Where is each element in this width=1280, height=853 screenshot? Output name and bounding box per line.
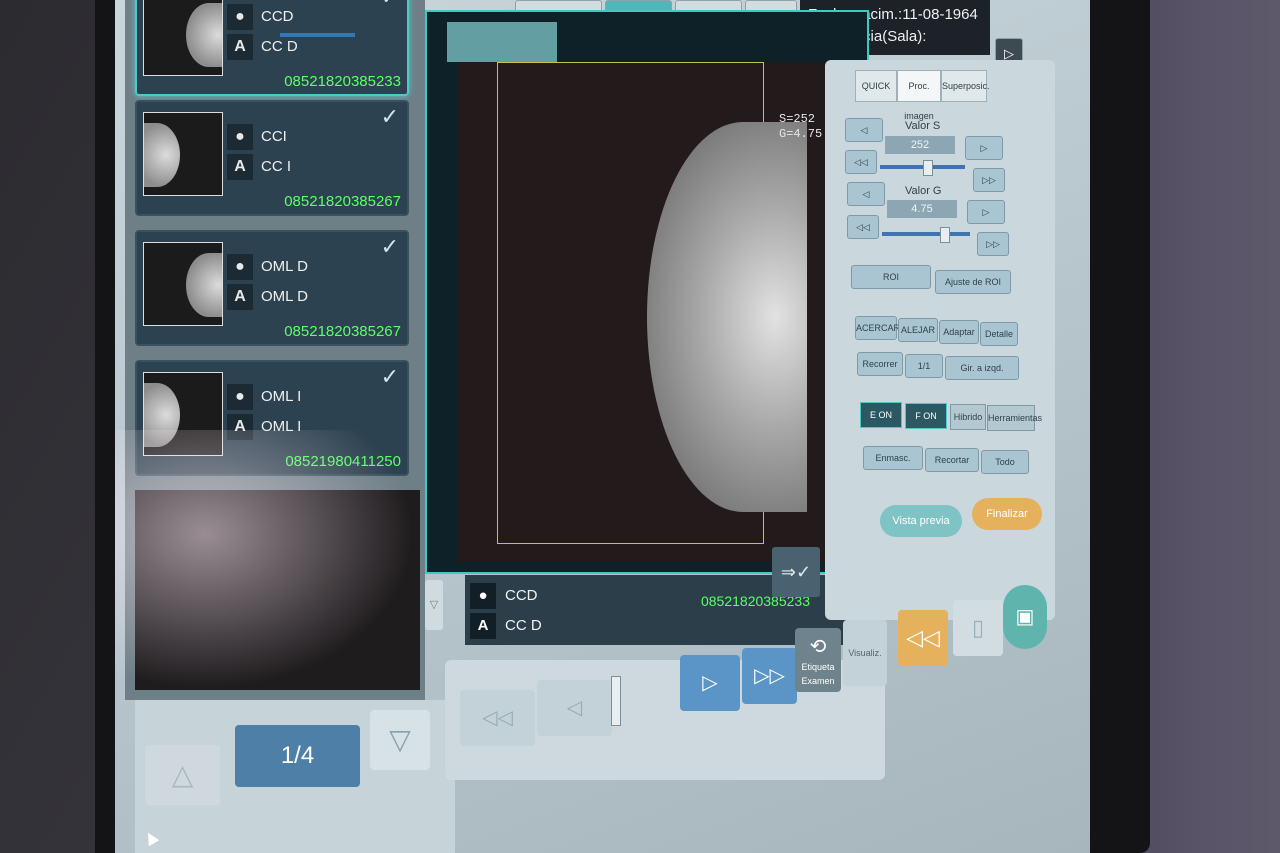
recortar-button[interactable]: Recortar	[925, 448, 979, 472]
check-icon: ✓	[380, 364, 399, 389]
tab-superposic[interactable]: Superposic.	[941, 70, 990, 102]
play-button[interactable]: ▷	[680, 655, 740, 711]
valor-g-fast-increase-button[interactable]: ▷▷	[977, 232, 1009, 256]
herramientas-button[interactable]: Herramientas	[987, 405, 1042, 431]
label-a-icon: A	[227, 34, 253, 60]
breast-view-icon: ●	[470, 583, 496, 609]
breast-view-icon: ●	[227, 384, 253, 410]
valor-s-slider-knob[interactable]	[922, 160, 933, 176]
image-viewer[interactable]: S=252 G=4.75	[425, 10, 869, 574]
patient-card-button[interactable]: ▣	[1003, 585, 1047, 649]
refresh-icon: ⟲	[809, 636, 827, 658]
thumbnail-omld[interactable]: ● A OML D OML D 08521820385267 ✓	[135, 230, 409, 346]
thumbnail-image	[143, 242, 223, 326]
thumbnail-view-label-2: CC D	[261, 38, 298, 55]
progress-slider-knob[interactable]	[611, 676, 621, 726]
etiqueta-examen-label: Etiqueta Examen	[801, 662, 835, 686]
back-to-start-button[interactable]: ◁◁	[898, 610, 948, 666]
todo-button[interactable]: Todo	[981, 450, 1029, 474]
valor-g-fast-decrease-button[interactable]: ◁◁	[847, 215, 879, 239]
one-to-one-button[interactable]: 1/1	[905, 354, 943, 378]
valor-g-decrease-button[interactable]: ◁	[847, 182, 885, 206]
roi-button[interactable]: ROI	[851, 265, 931, 289]
empty-thumbnail-area	[135, 490, 420, 690]
screen: Cont. cola ■ ⊞ ⊞ Fecha nacim.:11-08-1964…	[115, 0, 1090, 853]
page-up-button[interactable]: △	[145, 745, 220, 805]
detalle-button[interactable]: Detalle	[980, 322, 1018, 346]
etiqueta-examen-button[interactable]: ⟲ Etiqueta Examen	[795, 628, 841, 692]
thumbnail-image	[143, 372, 223, 456]
label-a-icon: A	[227, 284, 253, 310]
valor-s-decrease-button[interactable]: ◁	[845, 118, 883, 142]
viewer-view-label-2: CC D	[505, 617, 542, 634]
image-parameters: S=252 G=4.75	[779, 112, 822, 142]
thumbnail-view-label-2: CC I	[261, 158, 291, 175]
check-icon: ✓	[380, 234, 399, 259]
acercar-button[interactable]: ACERCAR	[855, 316, 900, 340]
export-button[interactable]: ▯	[953, 600, 1003, 656]
alejar-button[interactable]: ALEJAR	[898, 318, 938, 342]
valor-s-value: 252	[885, 136, 955, 154]
finalizar-button[interactable]: Finalizar	[972, 498, 1042, 530]
valor-s-label: Valor S	[905, 120, 941, 132]
thumbnail-image	[143, 112, 223, 196]
thumbnail-view-label: CCI	[261, 128, 287, 145]
check-icon: ✓	[381, 0, 399, 10]
recorrer-button[interactable]: Recorrer	[857, 352, 903, 376]
vista-previa-button[interactable]: Vista previa	[880, 505, 962, 537]
visualiz-button[interactable]: Visualiz.	[843, 620, 887, 686]
collapse-down-arrow[interactable]: ▽	[425, 580, 443, 630]
fast-forward-button[interactable]: ▷▷	[742, 648, 797, 704]
thumbnail-code: 08521980411250	[285, 453, 401, 470]
hibrido-button[interactable]: Hibrido	[950, 404, 986, 430]
thumbnail-code: 08521820385267	[284, 323, 401, 340]
label-a-icon: A	[227, 154, 253, 180]
label-a-icon: A	[227, 414, 253, 440]
breast-view-icon: ●	[227, 4, 253, 30]
label-a-icon: A	[470, 613, 496, 639]
param-g: G=4.75	[779, 127, 823, 141]
thumbnail-image	[143, 0, 223, 76]
viewer-tab	[447, 22, 557, 62]
progress-track[interactable]	[280, 33, 355, 37]
valor-s-increase-button[interactable]: ▷	[965, 136, 1003, 160]
thumbnail-view-label: OML D	[261, 258, 308, 275]
tab-proc-imagen[interactable]: Proc. imagen	[897, 70, 941, 121]
thumbnail-view-label: OML I	[261, 388, 302, 405]
back-button[interactable]: ◁	[537, 680, 612, 736]
rotate-left-button[interactable]: Gir. a izqd.	[945, 356, 1019, 380]
viewer-view-label: CCD	[505, 587, 538, 604]
thumbnail-ccd[interactable]: ● A CCD CC D 08521820385233 ✓	[135, 0, 409, 96]
breast-view-icon: ●	[227, 254, 253, 280]
check-icon: ✓	[380, 104, 399, 129]
rewind-button[interactable]: ◁◁	[460, 690, 535, 746]
valor-g-label: Valor G	[905, 185, 942, 197]
param-s: S=252	[779, 112, 816, 126]
page-indicator[interactable]: 1/4	[235, 725, 360, 787]
valor-s-fast-decrease-button[interactable]: ◁◁	[845, 150, 877, 174]
accept-image-button[interactable]: ⇒✓	[772, 547, 820, 597]
adaptar-button[interactable]: Adaptar	[939, 320, 979, 344]
page-down-button[interactable]: ▽	[370, 710, 430, 770]
valor-g-value: 4.75	[887, 200, 957, 218]
thumbnail-column: ● A CCD CC D 08521820385233 ✓ ● A CCI CC…	[125, 0, 425, 700]
thumbnail-view-label-2: OML D	[261, 288, 308, 305]
thumbnail-omli[interactable]: ● A OML I OML I 08521980411250 ✓	[135, 360, 409, 476]
valor-s-fast-increase-button[interactable]: ▷▷	[973, 168, 1005, 192]
valor-g-increase-button[interactable]: ▷	[967, 200, 1005, 224]
thumbnail-view-label-2: OML I	[261, 418, 302, 435]
enmasc-button[interactable]: Enmasc.	[863, 446, 923, 470]
thumbnail-code: 08521820385233	[284, 73, 401, 90]
f-on-toggle[interactable]: F ON	[905, 403, 947, 429]
valor-g-slider-knob[interactable]	[939, 227, 950, 243]
thumbnail-code: 08521820385267	[284, 193, 401, 210]
tab-quick[interactable]: QUICK	[855, 70, 897, 102]
roi-adjust-button[interactable]: Ajuste de ROI	[935, 270, 1011, 294]
e-on-toggle[interactable]: E ON	[860, 402, 902, 428]
valor-g-slider[interactable]	[882, 232, 970, 236]
breast-view-icon: ●	[227, 124, 253, 150]
thumbnail-cci[interactable]: ● A CCI CC I 08521820385267 ✓	[135, 100, 409, 216]
thumbnail-view-label: CCD	[261, 8, 294, 25]
